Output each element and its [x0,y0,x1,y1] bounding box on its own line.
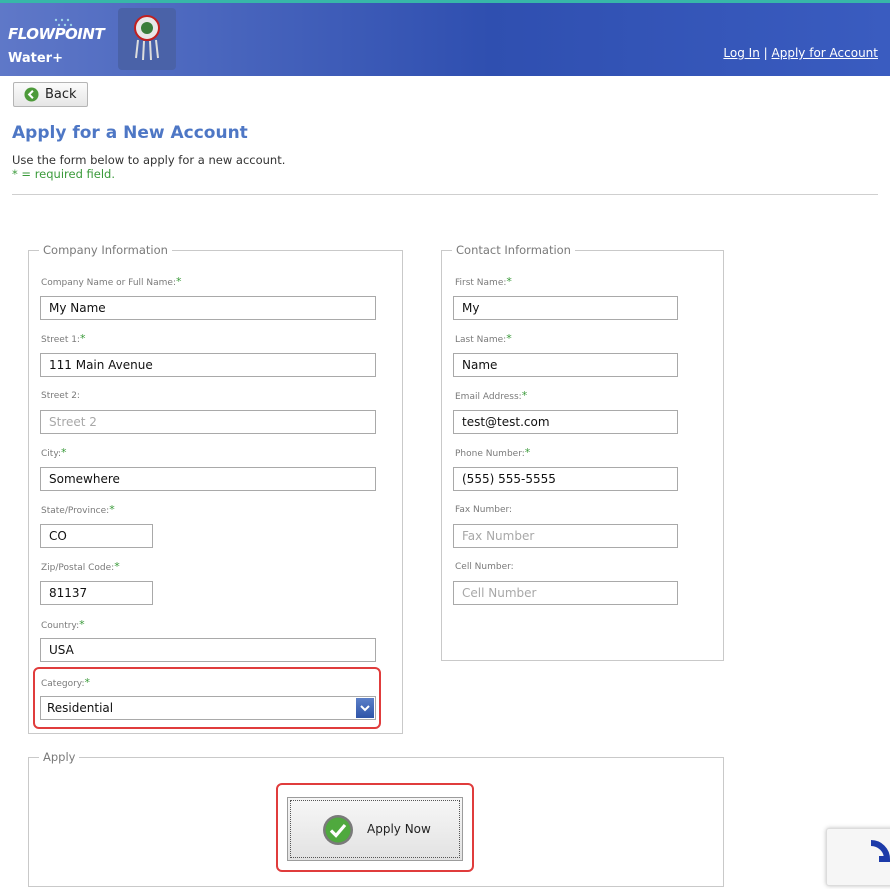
country-label-text: Country: [41,621,80,631]
page-title: Apply for a New Account [12,123,248,143]
required-star: * [79,332,86,345]
recaptcha-badge[interactable] [826,828,890,886]
section-divider [12,194,878,195]
apply-legend: Apply [39,750,80,764]
company-name-label-text: Company Name or Full Name: [41,278,176,288]
required-star: * [524,446,531,459]
zip-input[interactable] [40,581,153,605]
city-label: City:* [41,446,67,459]
header-accent-line [0,0,890,3]
logo-water-text: Water+ [8,51,63,66]
first-name-label-text: First Name: [455,278,507,288]
back-button-label: Back [45,87,77,102]
chevron-down-icon[interactable] [356,698,374,718]
required-star: * [109,503,115,516]
country-label: Country:* [41,618,85,631]
apply-account-link[interactable]: Apply for Account [772,46,878,60]
company-information-legend: Company Information [39,243,172,257]
fax-label: Fax Number: [455,505,513,515]
company-name-input[interactable] [40,296,376,320]
category-select[interactable]: Residential [40,696,376,720]
city-input[interactable] [40,467,376,491]
street2-label: Street 2: [41,391,80,401]
category-label-text: Category: [41,679,85,689]
email-label-text: Email Address: [455,392,522,402]
app-header: FLOWPOINT Water+ Log In | Apply for Acco… [0,0,890,76]
required-star: * [114,560,120,573]
street1-input[interactable] [40,353,376,377]
back-arrow-icon [24,87,39,102]
contact-information-legend: Contact Information [452,243,575,257]
country-input[interactable] [40,638,376,662]
first-name-input[interactable] [453,296,678,320]
phone-label: Phone Number:* [455,446,530,459]
apply-now-label: Apply Now [367,822,431,836]
cell-label: Cell Number: [455,562,514,572]
back-button[interactable]: Back [13,82,88,107]
required-star: * [79,618,85,631]
street1-label: Street 1:* [41,332,85,345]
logo-flowpoint-text: FLOWPOINT [8,25,105,43]
street2-input[interactable] [40,410,376,434]
required-star: * [506,332,512,345]
fax-input[interactable] [453,524,678,548]
category-label: Category:* [41,676,90,689]
state-label-text: State/Province: [41,506,110,516]
email-input[interactable] [453,410,678,434]
required-note: * = required field. [12,167,116,181]
last-name-input[interactable] [453,353,678,377]
state-label: State/Province:* [41,503,115,516]
required-star: * [506,275,512,288]
page-intro: Use the form below to apply for a new ac… [12,153,286,167]
recaptcha-icon [870,840,890,862]
flowpoint-logo[interactable]: FLOWPOINT Water+ [4,7,108,69]
dreamcatcher-emblem-icon [118,8,176,70]
required-star: * [176,275,182,288]
last-name-label-text: Last Name: [455,335,507,345]
required-star: * [521,389,528,402]
phone-label-text: Phone Number: [455,449,525,459]
zip-label-text: Zip/Postal Code: [41,563,115,573]
zip-label: Zip/Postal Code:* [41,560,120,573]
email-label: Email Address:* [455,389,527,402]
required-star: * [61,446,67,459]
dreamcatcher-graphic [134,15,160,61]
city-label-text: City: [41,449,62,459]
street1-label-text: Street 1: [41,335,80,345]
required-star: * [84,676,91,689]
first-name-label: First Name:* [455,275,512,288]
login-link[interactable]: Log In [723,46,759,60]
phone-input[interactable] [453,467,678,491]
category-selected-value: Residential [47,701,114,715]
chevron-down-glyph [360,705,370,712]
last-name-label: Last Name:* [455,332,512,345]
company-name-label: Company Name or Full Name:* [41,275,182,288]
header-link-separator: | [763,46,768,60]
apply-now-button[interactable]: Apply Now [287,797,463,861]
green-checkmark-icon [323,815,353,845]
header-links: Log In | Apply for Account [723,46,878,60]
cell-input[interactable] [453,581,678,605]
state-input[interactable] [40,524,153,548]
